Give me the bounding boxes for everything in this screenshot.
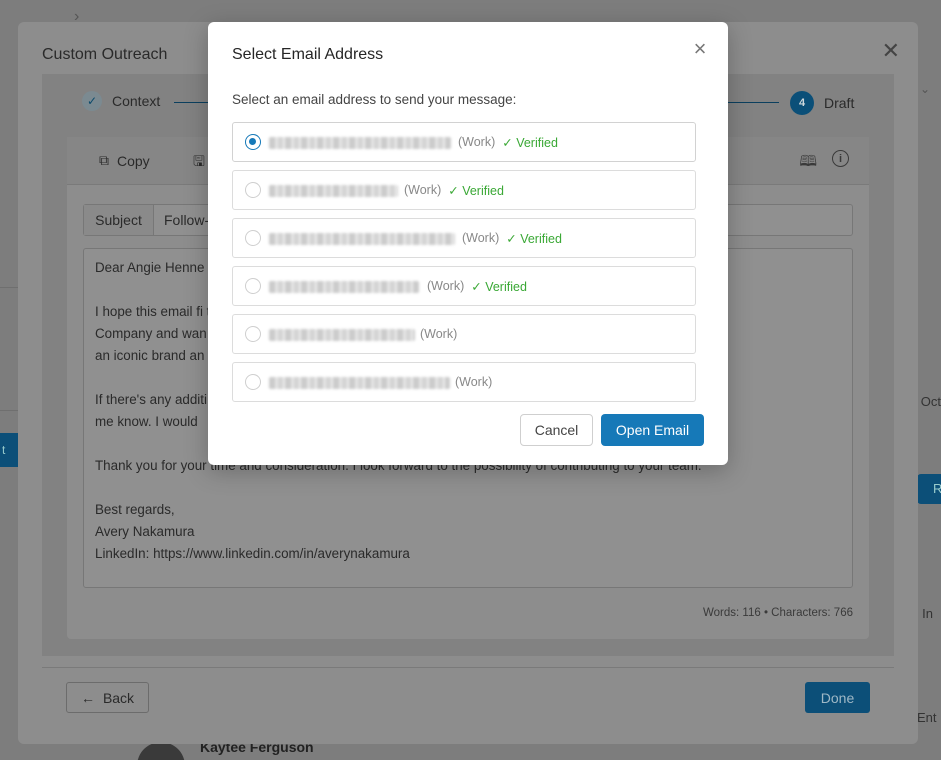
step-number: 4 [790,91,814,115]
radio-button[interactable] [245,182,261,198]
email-option[interactable]: (Work) ✓ Verified [232,266,696,306]
email-option[interactable]: (Work) [232,314,696,354]
redacted-email [269,185,398,197]
radio-button[interactable] [245,278,261,294]
step-draft[interactable]: 4 Draft [790,91,854,115]
redacted-email [269,329,415,341]
divider [0,287,18,288]
email-type: (Work) [455,375,493,389]
dialog-title: Custom Outreach [42,46,168,63]
close-icon[interactable]: ✕ [882,38,900,64]
verified-badge: ✓ Verified [502,136,558,150]
option-meta: (Work) ✓ Verified [427,279,527,294]
step-label: Draft [824,95,855,111]
subject-label: Subject [84,205,154,235]
email-type: (Work) [420,327,458,341]
step-connector [727,102,779,103]
chevron-down-icon: ⌄ [919,82,930,96]
subject-value: Follow- [164,212,210,228]
modal-instruction: Select an email address to send your mes… [232,92,517,107]
copy-label: Copy [117,152,150,169]
email-option[interactable]: (Work) ✓ Verified [232,218,696,258]
option-meta: (Work) [455,375,492,389]
save-icon[interactable]: 🖫 [193,151,205,175]
option-meta: (Work) [420,327,457,341]
option-meta: (Work) ✓ Verified [458,135,558,150]
arrow-left-icon: ← [80,689,95,706]
radio-button[interactable] [245,374,261,390]
divider [42,667,894,668]
verified-badge: ✓ Verified [448,184,504,198]
check-icon: ✓ [82,91,102,111]
step-label: Context [112,93,161,109]
avatar [137,742,185,760]
background-button-right: R [917,474,941,504]
background-date-text: Oct [920,394,941,409]
email-type: (Work) [404,183,442,197]
verified-badge: ✓ Verified [506,232,562,246]
radio-button[interactable] [245,134,261,150]
copy-button[interactable]: ⧉ Copy [99,152,150,169]
done-button[interactable]: Done [805,682,870,713]
step-context[interactable]: ✓ Context [82,91,160,111]
email-option[interactable]: (Work) [232,362,696,402]
back-button[interactable]: ← Back [66,682,149,713]
email-type: (Work) [458,135,496,149]
background-text: In [922,606,933,621]
option-meta: (Work) ✓ Verified [404,183,504,198]
redacted-email [269,233,455,245]
cancel-button[interactable]: Cancel [520,414,593,446]
email-option-list: (Work) ✓ Verified (Work) ✓ Verified (Wor… [232,122,696,410]
email-type: (Work) [462,231,500,245]
email-option[interactable]: (Work) ✓ Verified [232,122,696,162]
redacted-email [269,377,450,389]
redacted-email [269,137,451,149]
back-label: Back [102,689,135,706]
background-button-left: t [0,433,18,467]
email-closing: Best regards, Avery Nakamura LinkedIn: h… [95,502,410,561]
radio-button[interactable] [245,326,261,342]
email-type: (Work) [427,279,465,293]
close-icon[interactable]: × [688,38,712,62]
book-icon[interactable]: 🕮 [799,151,817,176]
open-email-button[interactable]: Open Email [601,414,704,446]
modal-title: Select Email Address [232,46,384,63]
option-meta: (Work) ✓ Verified [462,231,562,246]
verified-badge: ✓ Verified [471,280,527,294]
email-option[interactable]: (Work) ✓ Verified [232,170,696,210]
info-icon[interactable]: i [832,150,849,167]
word-count: Words: 116 • Characters: 766 [703,607,853,619]
background-text: Ent [917,710,937,725]
redacted-email [269,281,419,293]
select-email-modal: Select Email Address × Select an email a… [208,22,728,465]
radio-button[interactable] [245,230,261,246]
copy-icon: ⧉ [99,152,109,168]
divider [0,410,18,411]
